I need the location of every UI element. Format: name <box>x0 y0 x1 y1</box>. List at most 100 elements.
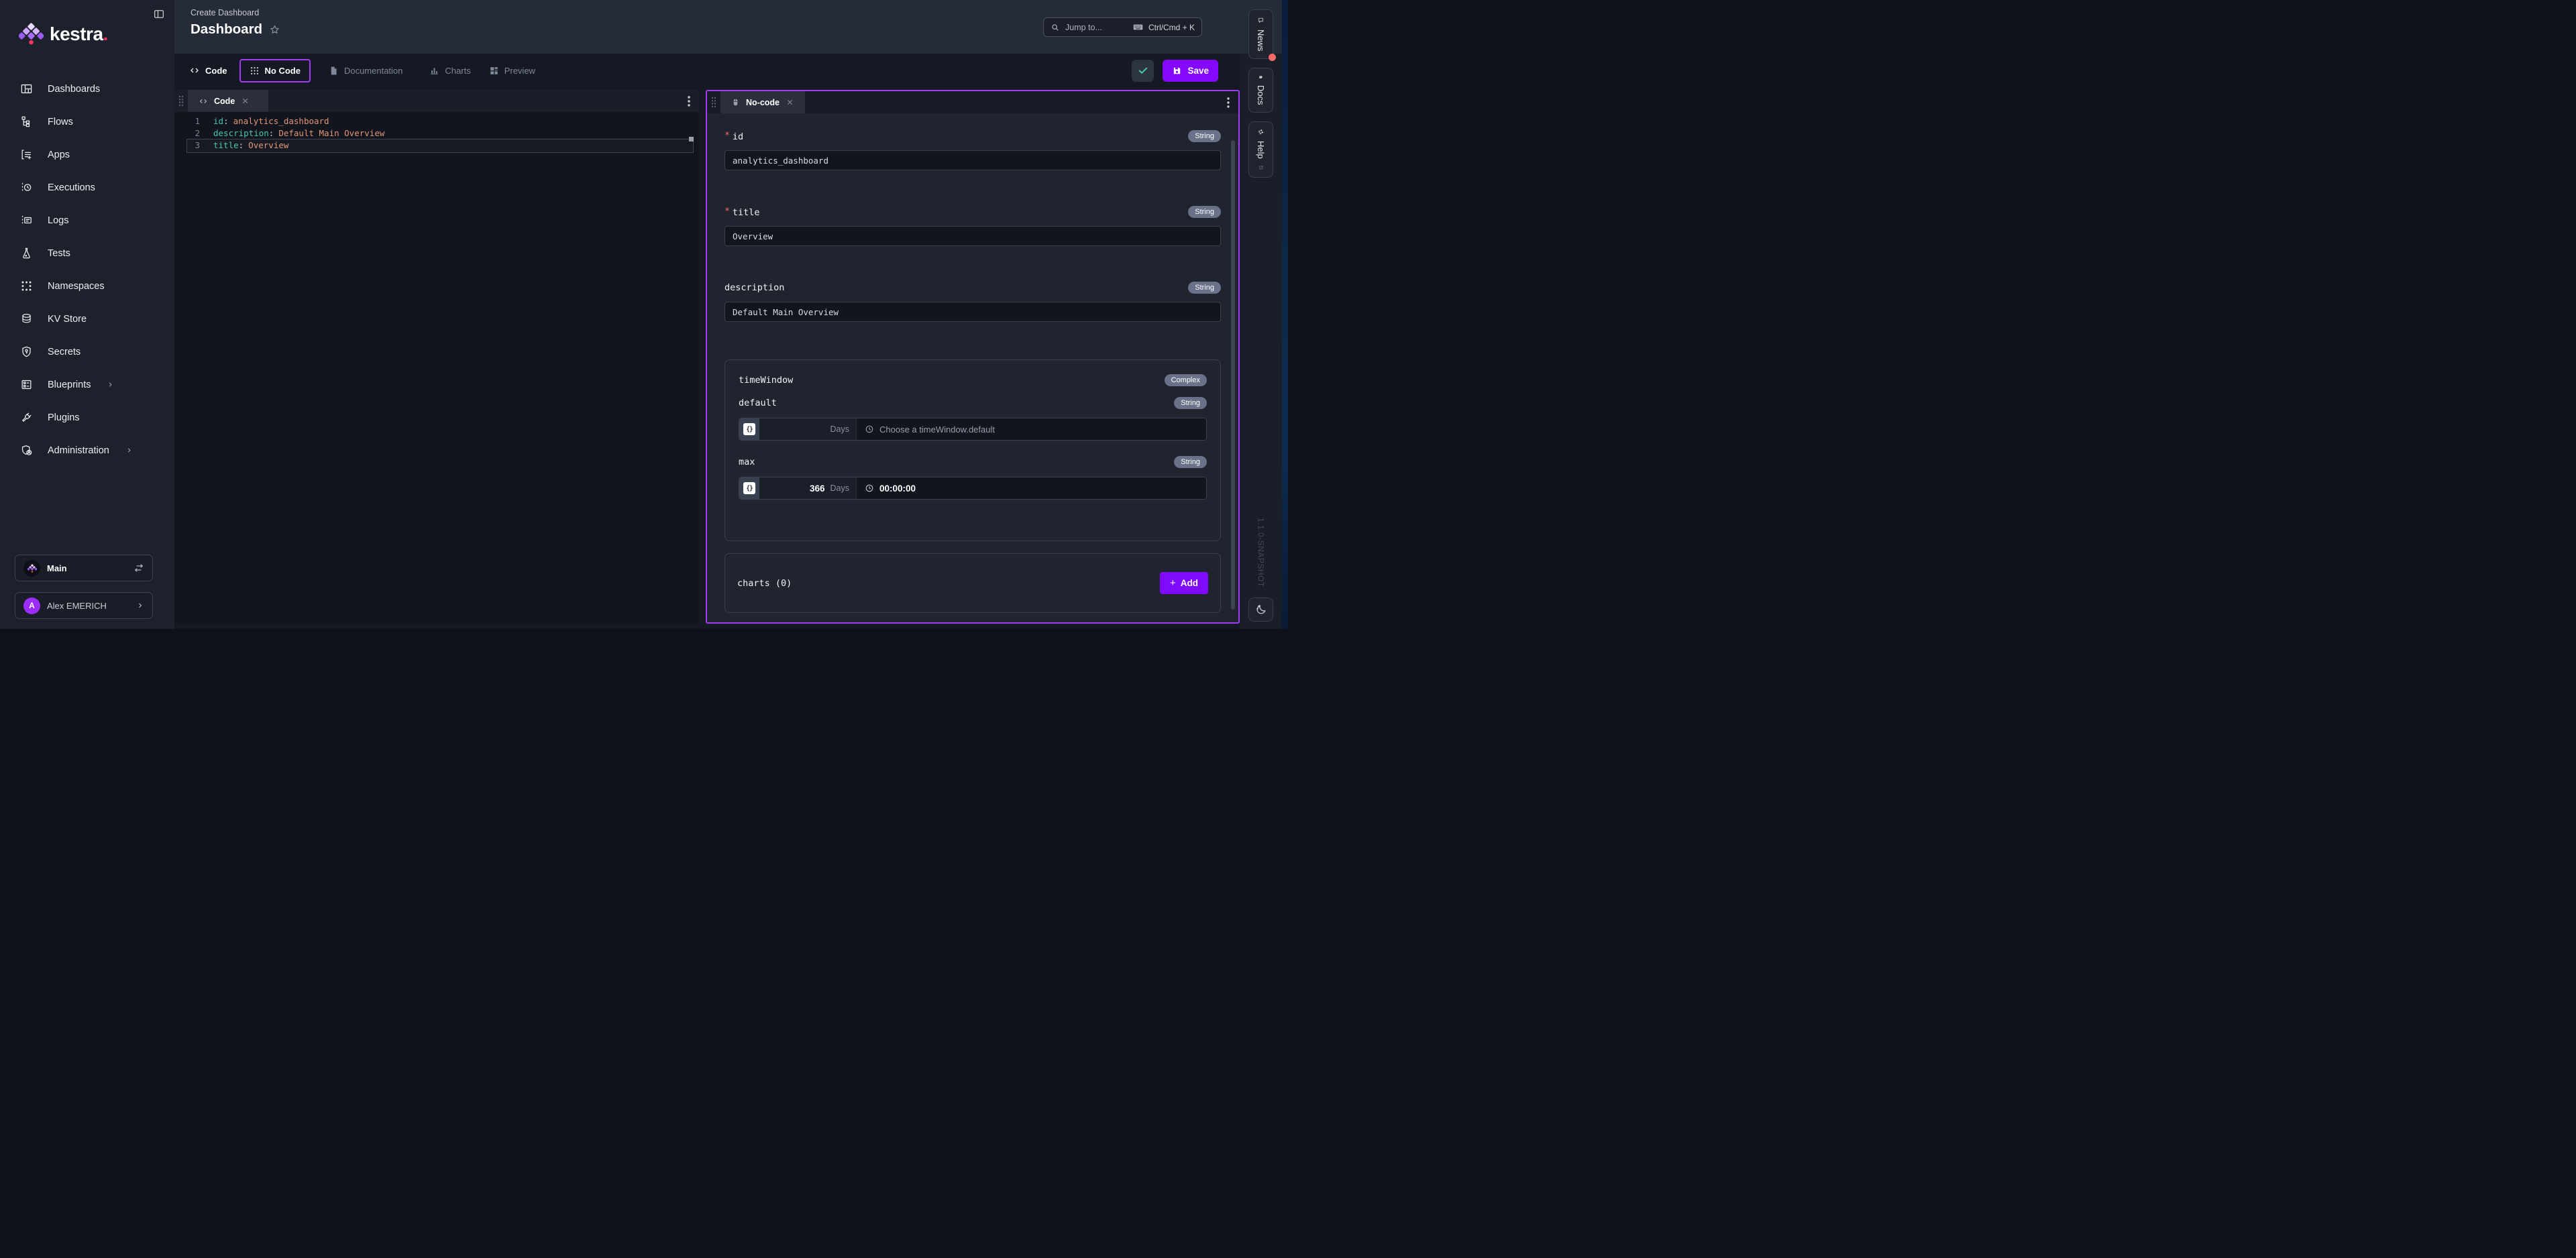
code-line-current: 3 title:Overview <box>174 139 699 152</box>
favorite-star-icon[interactable] <box>269 24 280 36</box>
drag-handle-icon[interactable] <box>174 90 188 112</box>
theme-toggle-button[interactable] <box>1248 597 1273 622</box>
id-input[interactable] <box>724 150 1221 170</box>
sidebar-item-apps[interactable]: Apps <box>0 138 174 171</box>
save-button[interactable]: Save <box>1163 60 1218 82</box>
news-tab[interactable]: News <box>1248 9 1273 59</box>
field-label-timewindow: timeWindow <box>739 375 793 386</box>
sidebar-item-kv-store[interactable]: KV Store <box>0 302 174 335</box>
required-marker: * <box>724 207 730 217</box>
slack-icon <box>1255 129 1267 135</box>
sidebar-item-label: Dashboards <box>48 84 100 95</box>
sidebar-item-secrets[interactable]: Secrets <box>0 335 174 368</box>
type-badge: String <box>1174 397 1207 409</box>
field-label-description: description <box>724 282 784 293</box>
help-tab[interactable]: Help <box>1248 121 1273 178</box>
no-code-panel: No-code *id String <box>706 90 1240 624</box>
no-code-panel-menu-icon[interactable] <box>1218 91 1238 113</box>
main-area: Create Dashboard Dashboard Jump to... Ct… <box>174 0 1240 629</box>
expression-toggle-button[interactable]: {} <box>739 418 759 440</box>
kv-store-icon <box>20 312 33 325</box>
workspace: Code 1 id:analytics_dashboard 2 descript… <box>174 87 1240 629</box>
drag-handle-icon[interactable] <box>707 91 720 113</box>
type-badge: String <box>1188 206 1221 218</box>
executions-icon <box>20 181 33 194</box>
breadcrumb[interactable]: Create Dashboard <box>191 8 1240 17</box>
moon-icon <box>1255 604 1267 616</box>
docs-label: Docs <box>1256 85 1266 105</box>
plus-icon: + <box>1170 577 1176 589</box>
sidebar-item-administration[interactable]: Administration <box>0 434 174 467</box>
sidebar-item-label: Administration <box>48 445 109 456</box>
type-badge: String <box>1174 456 1207 468</box>
page-title: Dashboard <box>191 21 262 38</box>
sidebar-item-flows[interactable]: Flows <box>0 105 174 138</box>
user-name: Alex EMERICH <box>47 601 129 611</box>
sidebar-item-label: Blueprints <box>48 380 91 390</box>
default-time-field[interactable]: Choose a timeWindow.default <box>857 418 1206 440</box>
default-placeholder: Choose a timeWindow.default <box>879 424 995 435</box>
max-time-value: 00:00:00 <box>879 483 916 494</box>
code-panel-tabstrip: Code <box>174 90 699 112</box>
max-days-field[interactable]: 366 Days <box>759 477 857 499</box>
default-days-field[interactable]: Days <box>759 418 857 440</box>
secrets-icon <box>20 345 33 358</box>
title-input[interactable] <box>724 226 1221 246</box>
close-icon[interactable] <box>241 97 250 105</box>
news-label: News <box>1256 30 1266 52</box>
scrollbar-thumb[interactable] <box>1231 140 1235 610</box>
chevron-right-icon <box>136 602 144 610</box>
user-avatar: A <box>23 597 40 614</box>
document-icon <box>329 66 339 76</box>
search-icon <box>1051 23 1060 32</box>
unit-label: Days <box>830 424 849 434</box>
code-icon <box>199 97 208 106</box>
namespaces-icon <box>20 280 33 292</box>
validate-button[interactable] <box>1132 60 1154 82</box>
right-rail: News Docs Help 1.1.0-SNAPSHOT <box>1240 0 1288 629</box>
code-panel-menu-icon[interactable] <box>679 90 699 112</box>
kestra-logo[interactable]: kestra. <box>19 23 108 45</box>
max-days-value: 366 <box>810 483 825 494</box>
sidebar: kestra. Dashboards Flows Apps Executions <box>0 0 174 629</box>
logo-dot: . <box>103 23 109 44</box>
field-label-default: default <box>739 398 777 408</box>
tab-no-code[interactable]: No Code <box>239 59 311 82</box>
code-editor[interactable]: 1 id:analytics_dashboard 2 description:D… <box>174 112 699 624</box>
close-icon[interactable] <box>786 98 794 107</box>
sidebar-item-plugins[interactable]: Plugins <box>0 401 174 434</box>
unit-label: Days <box>830 483 849 493</box>
tenant-selector[interactable]: Main <box>15 555 153 581</box>
version-label: 1.1.0-SNAPSHOT <box>1240 518 1282 591</box>
jump-to-search[interactable]: Jump to... Ctrl/Cmd + K <box>1043 17 1202 37</box>
expression-toggle-button[interactable]: {} <box>739 477 759 499</box>
sidebar-item-namespaces[interactable]: Namespaces <box>0 270 174 302</box>
user-menu[interactable]: A Alex EMERICH <box>15 592 153 619</box>
no-code-panel-tabstrip: No-code <box>707 91 1238 113</box>
docs-tab[interactable]: Docs <box>1248 68 1273 113</box>
tenant-name: Main <box>47 563 127 573</box>
tab-charts[interactable]: Charts <box>429 66 470 76</box>
sidebar-item-tests[interactable]: Tests <box>0 237 174 270</box>
tab-preview[interactable]: Preview <box>489 66 535 76</box>
description-input[interactable] <box>724 302 1221 322</box>
line-number: 2 <box>174 127 204 139</box>
timewindow-max-input: {} 366 Days 00:00:00 <box>739 477 1207 500</box>
max-time-field[interactable]: 00:00:00 <box>857 477 1206 499</box>
add-chart-button[interactable]: + Add <box>1160 572 1208 594</box>
dashboards-icon <box>20 82 33 95</box>
code-editor-tab[interactable]: Code <box>188 90 268 112</box>
mouse-icon <box>731 97 740 107</box>
external-link-icon <box>1256 165 1266 170</box>
sidebar-item-dashboards[interactable]: Dashboards <box>0 72 174 105</box>
sidebar-item-executions[interactable]: Executions <box>0 171 174 204</box>
editor-tabbar: Code No Code Documentation Charts Previe… <box>174 54 1240 87</box>
sidebar-item-label: Plugins <box>48 412 80 423</box>
sidebar-item-logs[interactable]: Logs <box>0 204 174 237</box>
tab-code[interactable]: Code <box>189 65 227 76</box>
no-code-editor-tab[interactable]: No-code <box>720 91 805 113</box>
sidebar-collapse-icon[interactable] <box>152 7 166 21</box>
tab-documentation[interactable]: Documentation <box>329 66 402 76</box>
sidebar-item-blueprints[interactable]: Blueprints <box>0 368 174 401</box>
clock-icon <box>865 424 874 434</box>
